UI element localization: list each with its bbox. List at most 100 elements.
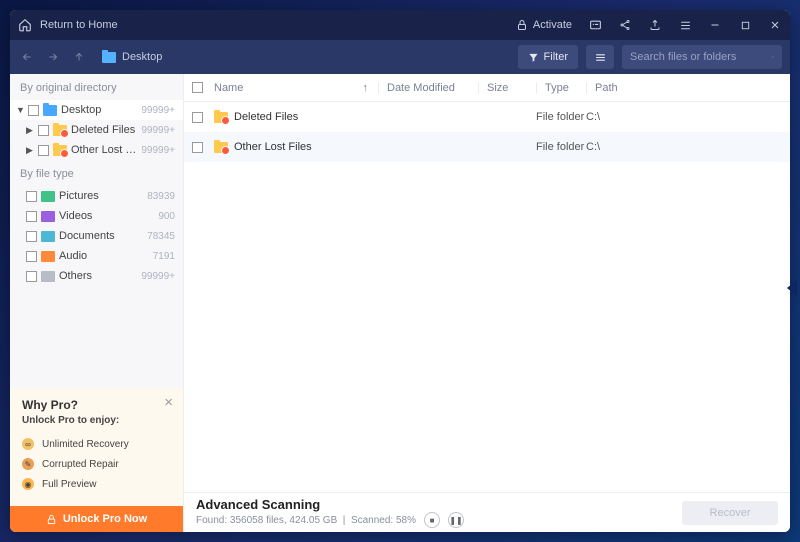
sidebar-item-label: Pictures [59, 190, 143, 202]
view-list-button[interactable] [586, 45, 614, 69]
scanned-prefix: Scanned: [351, 515, 396, 526]
lock-icon [46, 514, 57, 525]
scan-title: Advanced Scanning [196, 497, 464, 512]
app-window: Return to Home Activate [10, 10, 790, 532]
search-icon[interactable] [772, 51, 774, 63]
col-size[interactable]: Size [478, 82, 536, 94]
sidebar-count: 83939 [147, 191, 177, 202]
unlock-pro-button[interactable]: Unlock Pro Now [10, 506, 183, 532]
share-icon[interactable] [618, 18, 632, 32]
scan-summary: Found: 356058 files, 424.05 GB | Scanned… [196, 512, 464, 528]
col-type[interactable]: Type [536, 82, 586, 94]
folder-lost-icon [53, 145, 67, 156]
checkbox[interactable] [38, 145, 49, 156]
sidebar-item-label: Others [59, 270, 137, 282]
content: Name ↑ Date Modified Size Type Path Dele… [184, 74, 790, 532]
col-date[interactable]: Date Modified [378, 82, 478, 94]
sidebar-count: 99999+ [141, 125, 177, 136]
checkbox[interactable] [26, 191, 37, 202]
promo-feature: ∞ Unlimited Recovery [22, 434, 171, 454]
search-box[interactable] [622, 45, 782, 69]
chevron-right-icon: ▶ [26, 145, 34, 156]
sidebar-heading-original: By original directory [10, 74, 183, 100]
sidebar-item-label: Deleted Files [71, 124, 137, 136]
list-icon [594, 51, 607, 64]
sidebar-item-audio[interactable]: Audio 7191 [10, 246, 183, 266]
breadcrumb[interactable]: Desktop [102, 51, 162, 63]
export-icon[interactable] [648, 18, 662, 32]
folder-icon [102, 52, 116, 63]
sidebar-item-label: Documents [59, 230, 143, 242]
checkbox[interactable] [192, 142, 203, 153]
return-home-link[interactable]: Return to Home [40, 19, 118, 31]
sidebar: By original directory ▼ Desktop 99999+ ▶… [10, 74, 184, 532]
documents-icon [41, 231, 55, 242]
minimize-icon[interactable] [708, 18, 722, 32]
row-type: File folder [536, 111, 586, 123]
feedback-icon[interactable] [588, 18, 602, 32]
sidebar-item-pictures[interactable]: Pictures 83939 [10, 186, 183, 206]
row-path: C:\ [586, 111, 782, 123]
checkbox[interactable] [26, 211, 37, 222]
promo-feature-label: Unlimited Recovery [42, 439, 129, 450]
row-name: Other Lost Files [234, 141, 312, 153]
col-name[interactable]: Name ↑ [214, 82, 378, 94]
close-icon[interactable] [768, 18, 782, 32]
home-icon[interactable] [18, 18, 32, 32]
checkbox[interactable] [38, 125, 49, 136]
chevron-right-icon: ▶ [26, 125, 34, 136]
activate-button[interactable]: Activate [516, 19, 572, 31]
column-header: Name ↑ Date Modified Size Type Path [184, 74, 790, 102]
stop-scan-button[interactable]: ■ [424, 512, 440, 528]
checkbox[interactable] [26, 271, 37, 282]
checkbox[interactable] [26, 251, 37, 262]
col-path[interactable]: Path [586, 82, 782, 94]
chevron-down-icon: ▼ [16, 105, 24, 115]
recover-button[interactable]: Recover [682, 501, 778, 525]
videos-icon [41, 211, 55, 222]
sidebar-count: 99999+ [141, 271, 177, 282]
filter-button[interactable]: Filter [518, 45, 578, 69]
nav-up-icon[interactable] [70, 48, 88, 66]
sidebar-item-deleted[interactable]: ▶ Deleted Files 99999+ [10, 120, 183, 140]
table-row[interactable]: Other Lost Files File folder C:\ [184, 132, 790, 162]
select-all-checkbox[interactable] [192, 82, 203, 93]
pause-scan-button[interactable]: ❚❚ [448, 512, 464, 528]
sidebar-count: 900 [158, 211, 177, 222]
promo-feature: ◉Full Preview [22, 474, 171, 494]
nav-forward-icon[interactable] [44, 48, 62, 66]
infinity-icon: ∞ [22, 438, 34, 450]
sidebar-item-documents[interactable]: Documents 78345 [10, 226, 183, 246]
checkbox[interactable] [28, 105, 39, 116]
search-input[interactable] [630, 51, 772, 63]
folder-deleted-icon [214, 112, 228, 123]
close-icon[interactable]: × [164, 394, 173, 411]
folder-icon [43, 105, 57, 116]
repair-icon: ✎ [22, 458, 34, 470]
row-name: Deleted Files [234, 111, 298, 123]
unlock-pro-label: Unlock Pro Now [63, 513, 147, 525]
menu-icon[interactable] [678, 18, 692, 32]
sidebar-count: 7191 [153, 251, 177, 262]
sidebar-item-videos[interactable]: Videos 900 [10, 206, 183, 226]
sidebar-item-others[interactable]: Others 99999+ [10, 266, 183, 286]
titlebar: Return to Home Activate [10, 10, 790, 40]
sidebar-item-label: Audio [59, 250, 149, 262]
checkbox[interactable] [192, 112, 203, 123]
sidebar-item-desktop[interactable]: ▼ Desktop 99999+ [10, 100, 183, 120]
row-type: File folder [536, 141, 586, 153]
checkbox[interactable] [26, 231, 37, 242]
nav-back-icon[interactable] [18, 48, 36, 66]
others-icon [41, 271, 55, 282]
sidebar-item-other-lost[interactable]: ▶ Other Lost Files 99999+ [10, 140, 183, 160]
edge-expand-icon[interactable] [787, 280, 797, 296]
folder-lost-icon [214, 142, 228, 153]
sidebar-heading-type: By file type [10, 160, 183, 186]
sidebar-count: 78345 [147, 231, 177, 242]
maximize-icon[interactable] [738, 18, 752, 32]
col-name-label: Name [214, 82, 243, 94]
table-row[interactable]: Deleted Files File folder C:\ [184, 102, 790, 132]
promo-feature: ✎Corrupted Repair [22, 454, 171, 474]
funnel-icon [528, 52, 539, 63]
promo-title: Why Pro? [22, 398, 171, 412]
